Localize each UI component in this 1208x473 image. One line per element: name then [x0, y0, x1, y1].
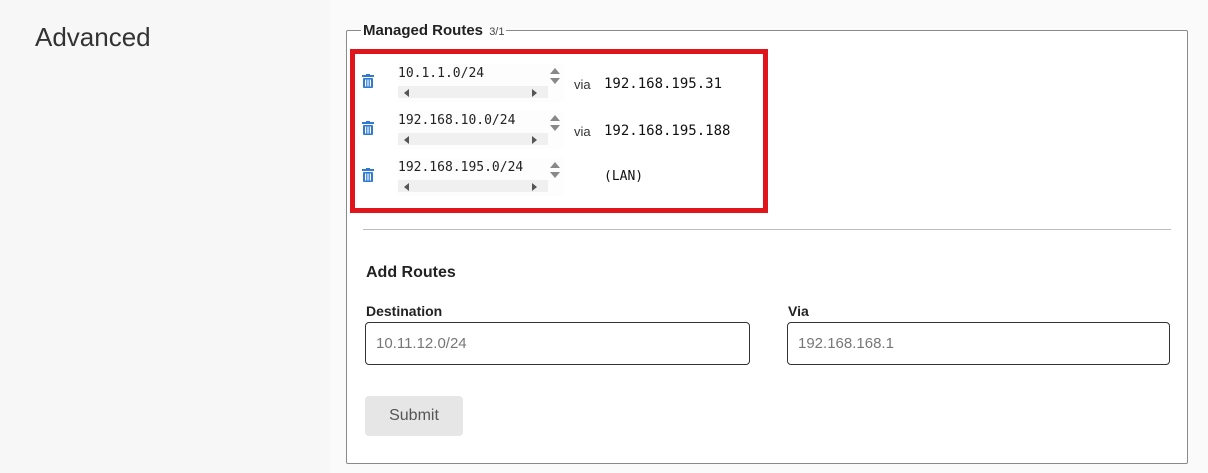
divider: [363, 229, 1171, 230]
scroll-left-icon[interactable]: [404, 89, 409, 97]
spin-down-icon[interactable]: [550, 78, 560, 84]
spin-down-icon[interactable]: [550, 172, 560, 178]
route-via: 192.168.195.188: [604, 123, 731, 139]
route-via: 192.168.195.31: [604, 76, 723, 92]
spin-up-icon[interactable]: [550, 68, 560, 74]
spin-up-icon[interactable]: [550, 162, 560, 168]
route-row: 192.168.195.0/24 (LAN): [360, 158, 760, 196]
via-field-label: Via: [788, 303, 809, 319]
via-label: via: [574, 124, 591, 139]
route-destination: 10.1.1.0/24: [398, 66, 485, 81]
scroll-left-icon[interactable]: [404, 136, 409, 144]
horizontal-scrollbar[interactable]: [398, 86, 548, 98]
horizontal-scrollbar[interactable]: [398, 180, 548, 192]
trash-icon[interactable]: [362, 74, 374, 88]
route-row: 10.1.1.0/24 via 192.168.195.31: [360, 64, 760, 102]
route-destination: 192.168.195.0/24: [398, 160, 524, 175]
scroll-left-icon[interactable]: [404, 183, 409, 191]
destination-input[interactable]: [365, 322, 750, 365]
managed-routes-legend: Managed Routes 3/1: [361, 22, 506, 39]
spinner[interactable]: [548, 113, 562, 135]
spin-down-icon[interactable]: [550, 125, 560, 131]
spinner[interactable]: [548, 160, 562, 182]
destination-label: Destination: [366, 303, 443, 319]
scroll-right-icon[interactable]: [532, 183, 537, 191]
scroll-right-icon[interactable]: [532, 136, 537, 144]
horizontal-scrollbar[interactable]: [398, 133, 548, 145]
managed-routes-title: Managed Routes: [363, 22, 484, 39]
via-input[interactable]: [787, 322, 1170, 365]
route-destination-field[interactable]: 192.168.10.0/24: [398, 111, 564, 149]
managed-routes-count: 3/1: [489, 26, 505, 38]
spin-up-icon[interactable]: [550, 115, 560, 121]
trash-icon[interactable]: [362, 121, 374, 135]
add-routes-title: Add Routes: [366, 264, 456, 281]
spinner[interactable]: [548, 66, 562, 88]
route-via: (LAN): [604, 169, 644, 184]
via-label: via: [574, 77, 591, 92]
scroll-right-icon[interactable]: [532, 89, 537, 97]
trash-icon[interactable]: [362, 168, 374, 182]
route-row: 192.168.10.0/24 via 192.168.195.188: [360, 111, 760, 149]
section-title: Advanced: [35, 22, 151, 52]
route-destination-field[interactable]: 10.1.1.0/24: [398, 64, 564, 102]
route-destination: 192.168.10.0/24: [398, 113, 516, 128]
route-destination-field[interactable]: 192.168.195.0/24: [398, 158, 564, 196]
submit-button[interactable]: Submit: [365, 396, 463, 436]
